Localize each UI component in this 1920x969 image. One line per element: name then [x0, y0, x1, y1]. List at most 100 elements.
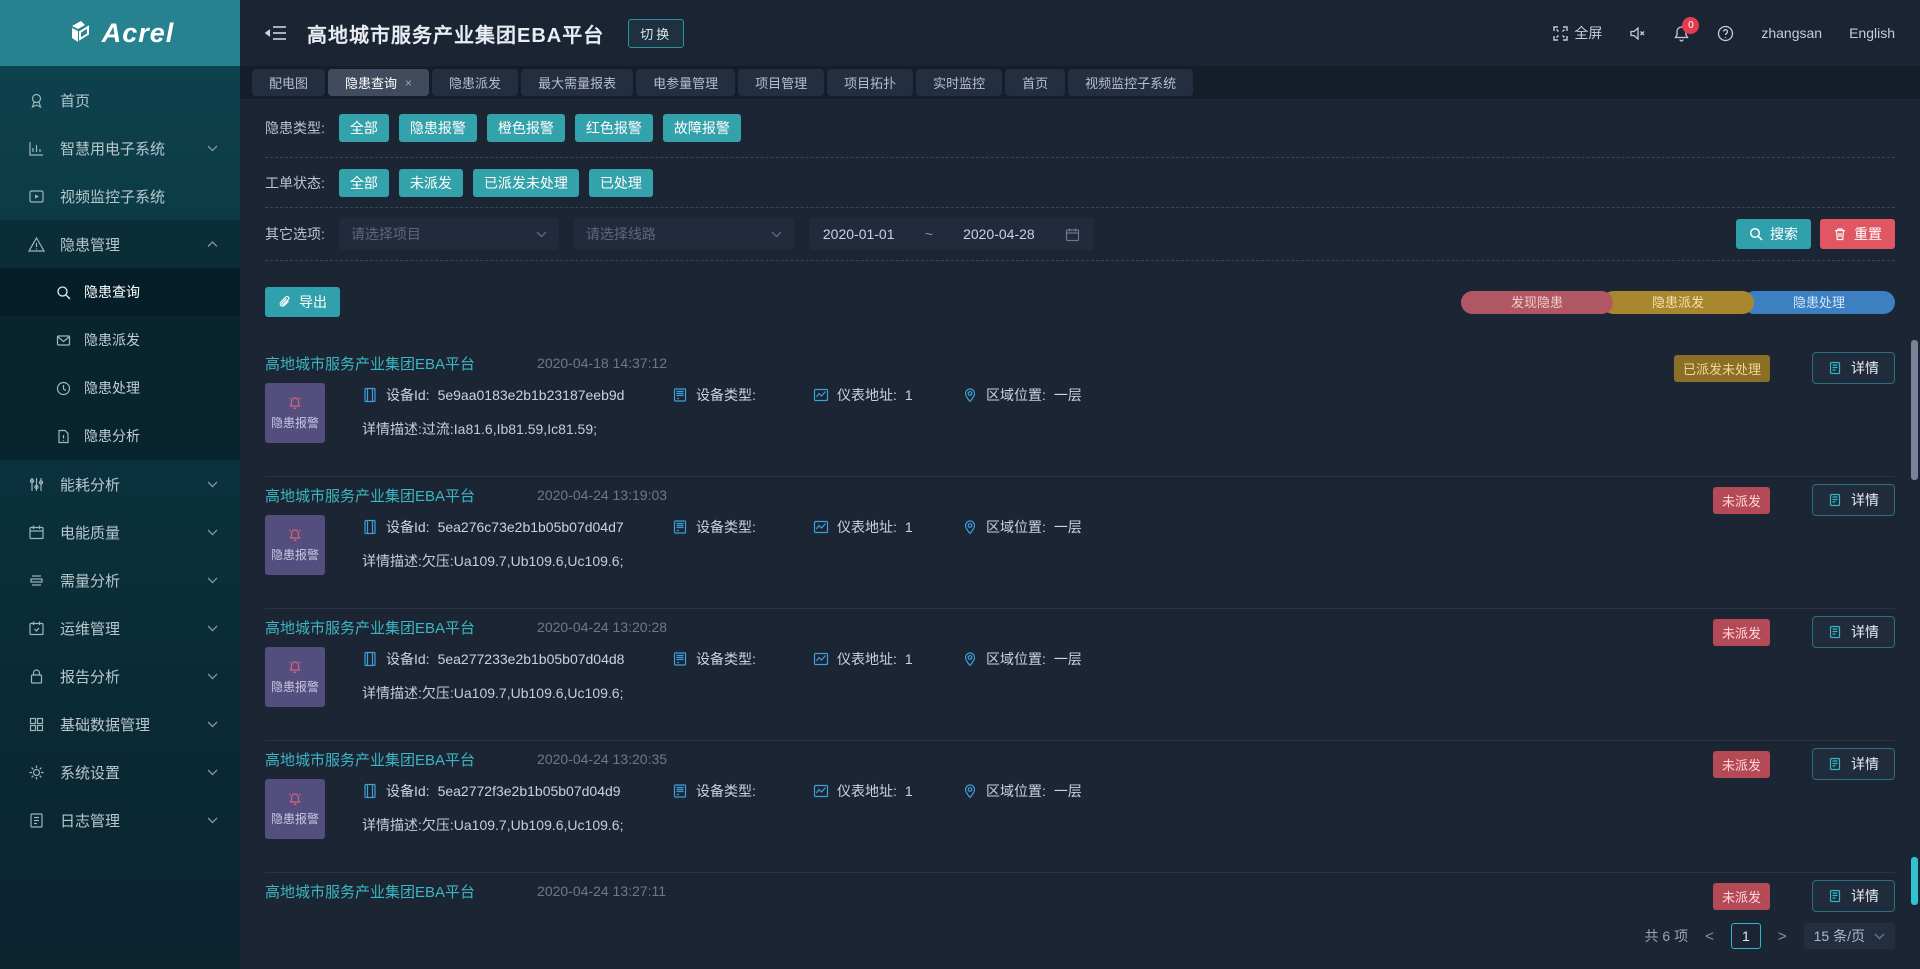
hazard-type-alarm[interactable]: 隐患报警	[399, 114, 477, 142]
sidebar-item-hazard-dispatch[interactable]: 隐患派发	[0, 316, 240, 364]
language-switcher[interactable]: English	[1849, 25, 1895, 41]
field-label: 区域位置:	[986, 385, 1046, 405]
hazard-type-orange[interactable]: 橙色报警	[487, 114, 565, 142]
rows-icon	[28, 572, 45, 589]
reset-button[interactable]: 重置	[1820, 219, 1895, 249]
id-card-icon	[362, 519, 378, 535]
record-card: 隐患报警 设备Id: 5ea276c73e2b1b05b07d04d7	[265, 513, 1895, 575]
sidebar-item-base-data[interactable]: 基础数据管理	[0, 700, 240, 748]
order-status-dispatched-unhandled[interactable]: 已派发未处理	[473, 169, 579, 197]
sidebar-item-hazard-analysis[interactable]: 隐患分析	[0, 412, 240, 460]
list-scrollbar-thumb[interactable]	[1911, 340, 1918, 480]
chevron-up-icon	[207, 241, 218, 248]
order-status-undispatched[interactable]: 未派发	[399, 169, 463, 197]
detail-button[interactable]: 详情	[1812, 748, 1895, 780]
sidebar-item-home[interactable]: 首页	[0, 76, 240, 124]
tab-project-topology[interactable]: 项目拓扑	[827, 69, 913, 96]
detail-button[interactable]: 详情	[1812, 880, 1895, 912]
page-scrollbar-thumb[interactable]	[1911, 857, 1918, 905]
sidebar-item-hazard-query[interactable]: 隐患查询	[0, 268, 240, 316]
chart-frame-icon	[813, 651, 829, 667]
date-range-picker[interactable]: 2020-01-01 ~ 2020-04-28	[809, 218, 1094, 250]
document-icon	[1828, 625, 1842, 639]
filter-row-order-status: 工单状态: 全部 未派发 已派发未处理 已处理	[265, 158, 1895, 208]
record-project-link[interactable]: 高地城市服务产业集团EBA平台	[265, 749, 475, 770]
fullscreen-button[interactable]: 全屏	[1552, 23, 1602, 43]
id-card-icon	[362, 387, 378, 403]
detail-button[interactable]: 详情	[1812, 484, 1895, 516]
tab-hazard-query[interactable]: 隐患查询 ×	[328, 69, 429, 96]
user-menu[interactable]: zhangsan	[1761, 25, 1822, 41]
sidebar-item-label: 视频监控子系统	[60, 186, 165, 207]
record-project-link[interactable]: 高地城市服务产业集团EBA平台	[265, 353, 475, 374]
tab-project-management[interactable]: 项目管理	[738, 69, 824, 96]
detail-button[interactable]: 详情	[1812, 616, 1895, 648]
search-button[interactable]: 搜索	[1736, 219, 1811, 249]
sidebar-item-hazard-management[interactable]: 隐患管理	[0, 220, 240, 268]
order-status-handled[interactable]: 已处理	[589, 169, 653, 197]
field-value: 1	[905, 519, 913, 535]
page-size-select[interactable]: 15 条/页	[1804, 923, 1895, 949]
sidebar-submenu-hazard: 隐患查询 隐患派发 隐患处理	[0, 268, 240, 460]
project-select[interactable]: 请选择项目	[339, 218, 559, 250]
fullscreen-icon	[1552, 25, 1569, 42]
sidebar: Acrel 首页 智慧用电子系统 视频监控子系统	[0, 0, 240, 969]
notifications-button[interactable]: 0	[1673, 25, 1690, 42]
record-head: 高地城市服务产业集团EBA平台 2020-04-24 13:19:03	[265, 485, 1895, 505]
detail-button[interactable]: 详情	[1812, 352, 1895, 384]
legend-hazard-handle: 隐患处理	[1743, 291, 1895, 314]
tab-realtime-monitor[interactable]: 实时监控	[916, 69, 1002, 96]
sidebar-item-power-quality[interactable]: 电能质量	[0, 508, 240, 556]
tab-hazard-dispatch[interactable]: 隐患派发	[432, 69, 518, 96]
help-button[interactable]	[1717, 25, 1734, 42]
date-end[interactable]: 2020-04-28	[963, 226, 1035, 242]
tab-video-system[interactable]: 视频监控子系统	[1068, 69, 1193, 96]
record-card: 隐患报警 设备Id: 5ea277233e2b1b05b07d04d8	[265, 645, 1895, 707]
next-page-button[interactable]: >	[1776, 928, 1789, 945]
record-project-link[interactable]: 高地城市服务产业集团EBA平台	[265, 485, 475, 506]
sidebar-item-label: 报告分析	[60, 666, 120, 687]
sidebar-item-report-analysis[interactable]: 报告分析	[0, 652, 240, 700]
sidebar-item-label: 能耗分析	[60, 474, 120, 495]
tab-peidiantu[interactable]: 配电图	[252, 69, 325, 96]
sidebar-item-ops-management[interactable]: 运维管理	[0, 604, 240, 652]
date-separator: ~	[925, 226, 933, 242]
search-icon	[1749, 227, 1763, 241]
field-value: 1	[905, 651, 913, 667]
sidebar-subitem-label: 隐患分析	[84, 426, 140, 446]
hazard-type-fault[interactable]: 故障报警	[663, 114, 741, 142]
sidebar-item-demand-analysis[interactable]: 需量分析	[0, 556, 240, 604]
close-icon[interactable]: ×	[405, 76, 412, 90]
sidebar-item-video[interactable]: 视频监控子系统	[0, 172, 240, 220]
chevron-down-icon	[207, 481, 218, 488]
date-start[interactable]: 2020-01-01	[823, 226, 895, 242]
record-fields: 设备Id: 5ea2772f3e2b1b05b07d04d9 设备类型:	[362, 781, 1895, 801]
current-page-button[interactable]: 1	[1731, 923, 1761, 949]
sidebar-item-log-management[interactable]: 日志管理	[0, 796, 240, 844]
field-label: 仪表地址:	[837, 385, 897, 405]
brand-logo[interactable]: Acrel	[0, 0, 240, 66]
hazard-type-red[interactable]: 红色报警	[575, 114, 653, 142]
tab-electric-params[interactable]: 电参量管理	[636, 69, 735, 96]
tab-max-demand-report[interactable]: 最大需量报表	[521, 69, 633, 96]
hazard-type-all[interactable]: 全部	[339, 114, 389, 142]
sidebar-item-hazard-handle[interactable]: 隐患处理	[0, 364, 240, 412]
page-size-value: 15 条/页	[1814, 926, 1865, 946]
sidebar-item-smart-power[interactable]: 智慧用电子系统	[0, 124, 240, 172]
sidebar-item-energy-analysis[interactable]: 能耗分析	[0, 460, 240, 508]
prev-page-button[interactable]: <	[1703, 928, 1716, 945]
order-status-all[interactable]: 全部	[339, 169, 389, 197]
record-project-link[interactable]: 高地城市服务产业集团EBA平台	[265, 617, 475, 638]
record-project-link[interactable]: 高地城市服务产业集团EBA平台	[265, 881, 475, 902]
mute-button[interactable]	[1629, 25, 1646, 42]
line-select[interactable]: 请选择线路	[574, 218, 794, 250]
record-side: 未派发 详情	[1713, 616, 1895, 648]
tab-home[interactable]: 首页	[1005, 69, 1065, 96]
export-button[interactable]: 导出	[265, 287, 340, 317]
sidebar-item-system-settings[interactable]: 系统设置	[0, 748, 240, 796]
switch-project-button[interactable]: 切换	[628, 19, 684, 48]
alarm-badge-label: 隐患报警	[271, 414, 319, 431]
record-status-badge: 未派发	[1713, 619, 1770, 646]
field-value: 5ea2772f3e2b1b05b07d04d9	[438, 783, 621, 799]
menu-fold-icon[interactable]	[265, 24, 287, 42]
